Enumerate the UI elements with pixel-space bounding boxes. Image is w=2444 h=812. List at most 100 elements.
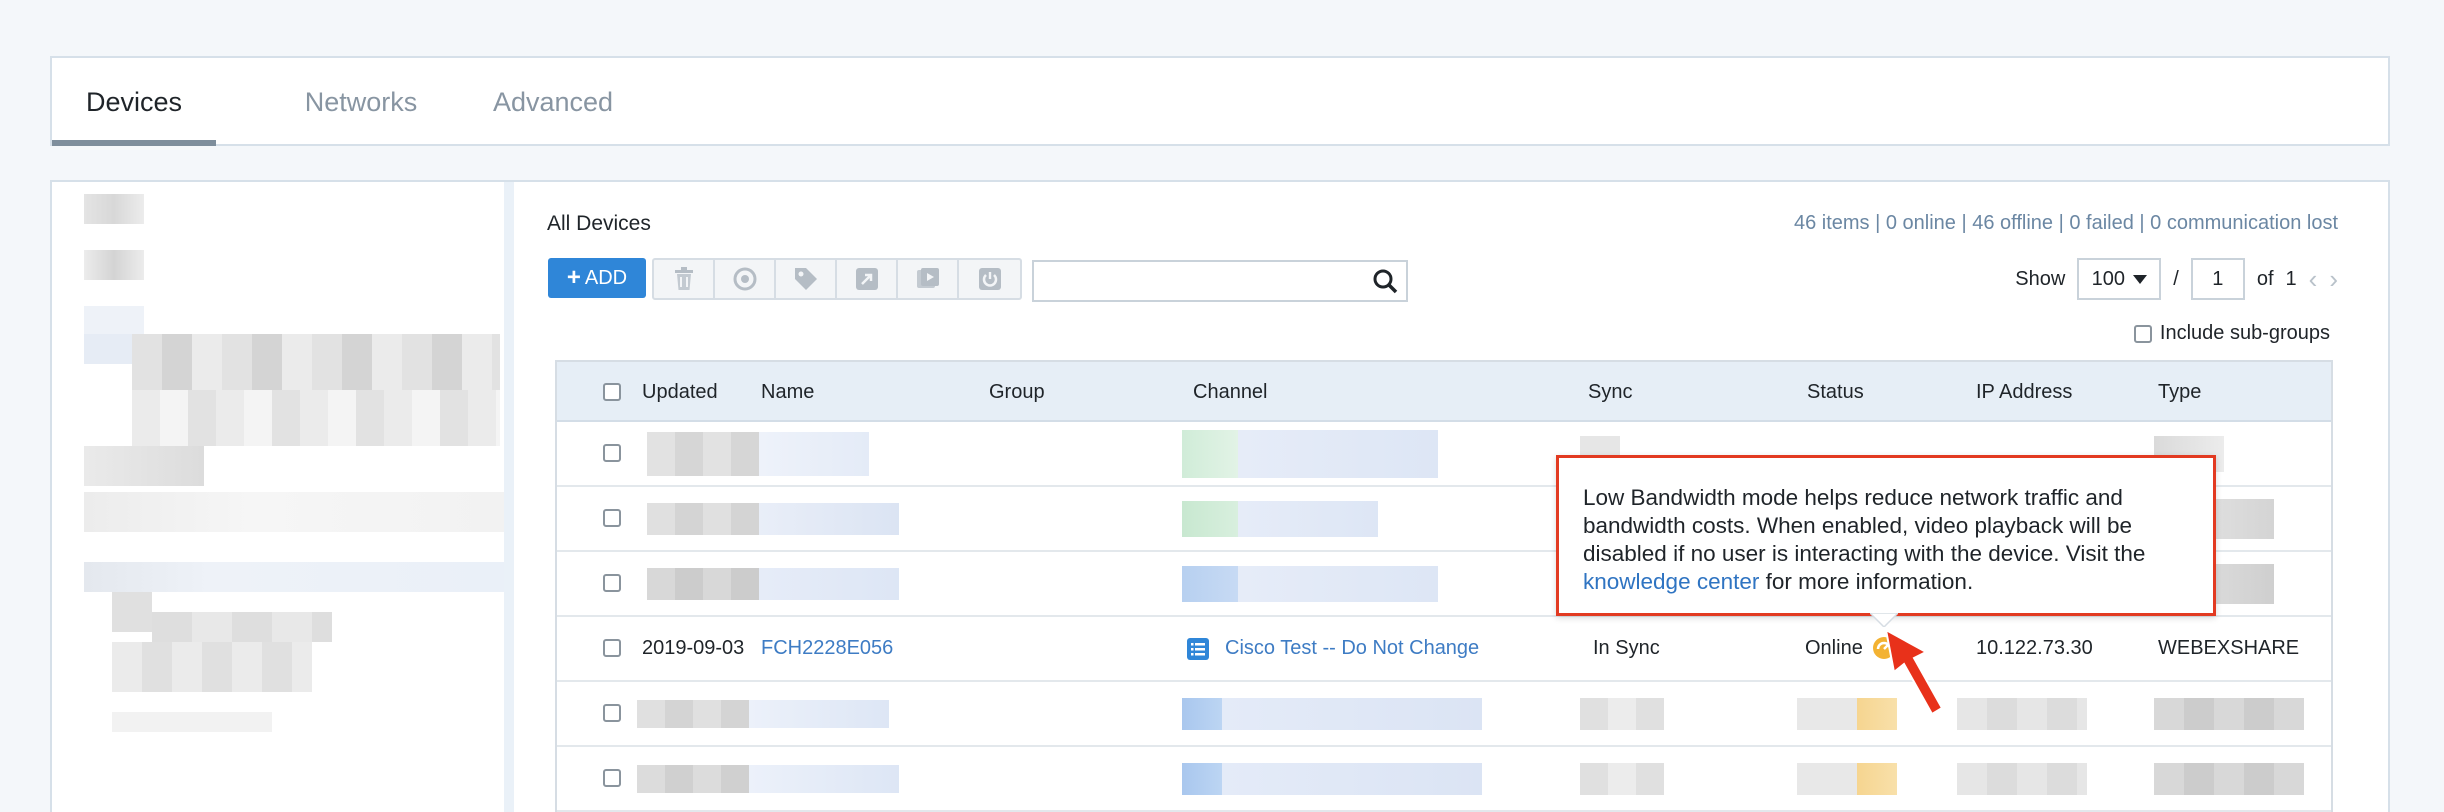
blurred-cell (637, 765, 749, 793)
show-label: Show (2015, 267, 2066, 290)
include-subgroups-checkbox[interactable] (2133, 324, 2152, 343)
blurred-cell (749, 765, 899, 793)
caret-down-icon (2132, 274, 2147, 284)
cell-sync: In Sync (1593, 637, 1660, 659)
row-checkbox[interactable] (603, 509, 621, 527)
group-tree-sidebar[interactable] (52, 182, 512, 812)
column-group[interactable]: Group (989, 362, 1045, 422)
annotation-arrow-icon (1884, 628, 1944, 716)
blurred-cell (2154, 763, 2304, 795)
sidebar-divider (504, 182, 514, 812)
blurred-tree-item (152, 612, 332, 642)
tab-advanced[interactable]: Advanced (480, 58, 626, 146)
column-status[interactable]: Status (1807, 362, 1864, 422)
blurred-cell (1857, 763, 1897, 795)
blurred-cell (1238, 430, 1438, 478)
blurred-cell (1222, 698, 1482, 730)
blurred-cell (2154, 698, 2304, 730)
blurred-tree-item (132, 390, 500, 446)
blurred-tree-item (84, 194, 144, 224)
row-checkbox[interactable] (603, 574, 621, 592)
low-bandwidth-tooltip: Low Bandwidth mode helps reduce network … (1556, 455, 2216, 616)
cell-type: WEBEXSHARE (2158, 637, 2300, 659)
blurred-cell (1182, 698, 1222, 730)
table-row[interactable] (557, 682, 2331, 747)
delete-icon[interactable] (654, 260, 715, 298)
select-all-checkbox[interactable] (603, 383, 621, 401)
blurred-cell (647, 432, 759, 476)
blurred-cell (1797, 763, 1857, 795)
cell-status: Online (1805, 637, 1863, 659)
media-icon[interactable] (898, 260, 959, 298)
blurred-tree-item (112, 642, 312, 692)
chevron-right-icon[interactable]: › (2329, 264, 2338, 295)
include-subgroups-label: Include sub-groups (2159, 322, 2330, 344)
blurred-cell (749, 700, 889, 728)
blurred-tree-item (84, 562, 504, 592)
page-size-value: 100 (2091, 267, 2125, 290)
blurred-cell (1957, 698, 2087, 730)
total-pages: 1 (2285, 267, 2297, 290)
table-header: Updated Name Group Channel Sync Status I… (557, 362, 2331, 422)
column-sync[interactable]: Sync (1588, 362, 1632, 422)
blurred-cell (1580, 698, 1664, 730)
cell-ip-address: 10.122.73.30 (1976, 637, 2093, 659)
column-channel[interactable]: Channel (1193, 362, 1268, 422)
sync-icon[interactable] (715, 260, 776, 298)
column-name[interactable]: Name (761, 362, 814, 422)
blurred-cell (1222, 763, 1482, 795)
export-icon[interactable] (837, 260, 898, 298)
chevron-left-icon[interactable]: ‹ (2309, 264, 2318, 295)
add-button-label: ADD (584, 266, 628, 289)
blurred-cell (647, 503, 759, 535)
blurred-cell (647, 568, 759, 600)
row-checkbox[interactable] (603, 639, 621, 657)
channel-icon (1187, 638, 1209, 660)
device-summary: 46 items | 0 online | 46 offline | 0 fai… (1793, 212, 2338, 234)
page-size-select[interactable]: 100 (2077, 258, 2162, 300)
pagination: Show 100 / 1 of 1 ‹ › (2015, 258, 2338, 300)
current-page: 1 (2212, 267, 2224, 290)
search-icon[interactable] (1372, 268, 1398, 299)
column-updated[interactable]: Updated (642, 362, 718, 422)
table-row[interactable] (557, 747, 2331, 812)
device-search (1032, 260, 1408, 302)
column-type[interactable]: Type (2158, 362, 2201, 422)
blurred-cell (1182, 501, 1238, 537)
column-ip-address[interactable]: IP Address (1976, 362, 2072, 422)
blurred-tree-item (84, 492, 504, 532)
blurred-cell (1182, 566, 1238, 602)
search-input[interactable] (1034, 262, 1354, 300)
tooltip-text: Low Bandwidth mode helps reduce network … (1583, 485, 2146, 566)
blurred-cell (759, 432, 869, 476)
blurred-tree-item (112, 592, 152, 632)
include-subgroups[interactable]: Include sub-groups (2133, 322, 2330, 345)
cell-channel-link[interactable]: Cisco Test -- Do Not Change (1225, 617, 1479, 680)
row-checkbox[interactable] (603, 444, 621, 462)
blurred-cell (759, 503, 899, 535)
blurred-tree-item (132, 334, 500, 390)
blurred-tree-item (84, 306, 144, 336)
tooltip-text-end: for more information. (1759, 569, 1974, 594)
blurred-cell (637, 700, 749, 728)
plus-icon: + (566, 264, 581, 291)
tab-devices[interactable]: Devices (52, 58, 216, 146)
tag-icon[interactable] (776, 260, 837, 298)
page-number-input[interactable]: 1 (2190, 258, 2245, 300)
tab-networks[interactable]: Networks (296, 58, 426, 146)
add-device-button[interactable]: + ADD (548, 258, 646, 298)
blurred-tree-item (84, 250, 144, 280)
cell-device-name-link[interactable]: FCH2228E056 (761, 617, 893, 680)
blurred-tree-item (84, 446, 204, 486)
knowledge-center-link[interactable]: knowledge center (1583, 569, 1759, 594)
blurred-cell (1238, 501, 1378, 537)
blurred-cell (1797, 698, 1857, 730)
table-row[interactable]: 2019-09-03 FCH2228E056 Cisco Test -- Do … (557, 617, 2331, 682)
blurred-cell (759, 568, 899, 600)
tab-bar: Devices Networks Advanced (50, 56, 2390, 146)
row-checkbox[interactable] (603, 769, 621, 787)
row-checkbox[interactable] (603, 704, 621, 722)
power-icon[interactable] (959, 260, 1020, 298)
blurred-cell (1957, 763, 2087, 795)
of-label: of (2256, 267, 2274, 290)
